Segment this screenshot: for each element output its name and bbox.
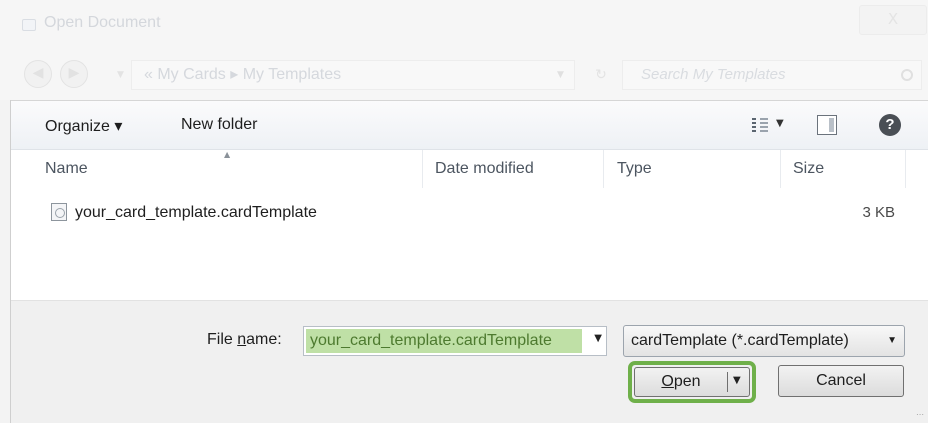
view-list-icon[interactable] <box>752 118 768 132</box>
address-dropdown-icon[interactable]: ▼ <box>557 70 564 80</box>
file-size: 3 KB <box>862 204 895 221</box>
file-name: your_card_template.cardTemplate <box>75 204 317 221</box>
close-button[interactable]: X <box>859 5 927 35</box>
open-button-label: Open <box>661 373 701 390</box>
search-input[interactable]: Search My Templates <box>622 60 922 90</box>
file-name-input[interactable]: your_card_template.cardTemplate ▼ <box>303 326 607 356</box>
breadcrumb: « My Cards ▸ My Templates <box>144 66 342 83</box>
help-icon[interactable]: ? <box>879 114 901 136</box>
view-options-chevron-icon[interactable]: ▼ <box>776 118 784 129</box>
open-button-highlight: Open ▼ <box>628 361 756 403</box>
template-file-icon <box>51 203 67 221</box>
command-bar: Organize ▾ New folder ▼ ? <box>11 100 928 150</box>
open-options-chevron-icon[interactable]: ▼ <box>733 375 741 386</box>
column-divider[interactable] <box>603 150 604 188</box>
back-icon[interactable]: ◀ <box>24 60 52 88</box>
file-name-dropdown-icon[interactable]: ▼ <box>594 333 602 344</box>
open-button[interactable]: Open ▼ <box>634 367 750 397</box>
file-selection-panel: File name: your_card_template.cardTempla… <box>11 300 928 423</box>
file-name-value: your_card_template.cardTemplate <box>306 329 582 353</box>
column-divider[interactable] <box>905 150 906 188</box>
column-header-size[interactable]: Size <box>793 160 824 178</box>
title-bar: Open Document X <box>0 0 928 50</box>
column-header-type[interactable]: Type <box>617 160 652 178</box>
file-list-item[interactable]: your_card_template.cardTemplate 3 KB <box>11 193 928 237</box>
column-header-name[interactable]: Name <box>45 160 88 178</box>
file-type-dropdown-icon: ▼ <box>887 335 897 346</box>
new-folder-button[interactable]: New folder <box>181 116 257 134</box>
forward-icon[interactable]: ▶ <box>60 60 88 88</box>
organize-button[interactable]: Organize ▾ <box>45 116 122 136</box>
file-type-select[interactable]: cardTemplate (*.cardTemplate) ▼ <box>623 325 905 357</box>
sort-ascending-icon: ▲ <box>224 150 231 159</box>
column-divider[interactable] <box>422 150 423 188</box>
dialog-body: Organize ▾ New folder ▼ ? ▲ Name Date mo… <box>10 100 928 423</box>
refresh-icon[interactable]: ↻ <box>584 60 618 90</box>
window-title: Open Document <box>44 14 161 31</box>
recent-locations-chevron-icon[interactable]: ▼ <box>117 70 124 80</box>
column-divider[interactable] <box>780 150 781 188</box>
navigation-bar: ◀ ▶ ▼ « My Cards ▸ My Templates ▼ ↻ Sear… <box>0 50 928 100</box>
preview-pane-icon[interactable] <box>817 115 837 135</box>
open-document-dialog: Open Document X ◀ ▶ ▼ « My Cards ▸ My Te… <box>0 0 928 423</box>
search-placeholder: Search My Templates <box>641 66 786 83</box>
file-name-label: File name: <box>207 331 282 348</box>
file-type-value: cardTemplate (*.cardTemplate) <box>631 332 849 349</box>
file-date-type-cells <box>422 193 796 233</box>
address-bar[interactable]: « My Cards ▸ My Templates <box>131 60 575 90</box>
app-icon <box>22 19 36 31</box>
cancel-button[interactable]: Cancel <box>778 365 904 397</box>
split-divider <box>727 372 728 392</box>
column-headers: ▲ Name Date modified Type Size <box>11 150 928 190</box>
search-icon <box>901 69 913 81</box>
column-header-date-modified[interactable]: Date modified <box>435 160 534 178</box>
resize-grip-icon[interactable]: ⋯ <box>916 410 924 419</box>
